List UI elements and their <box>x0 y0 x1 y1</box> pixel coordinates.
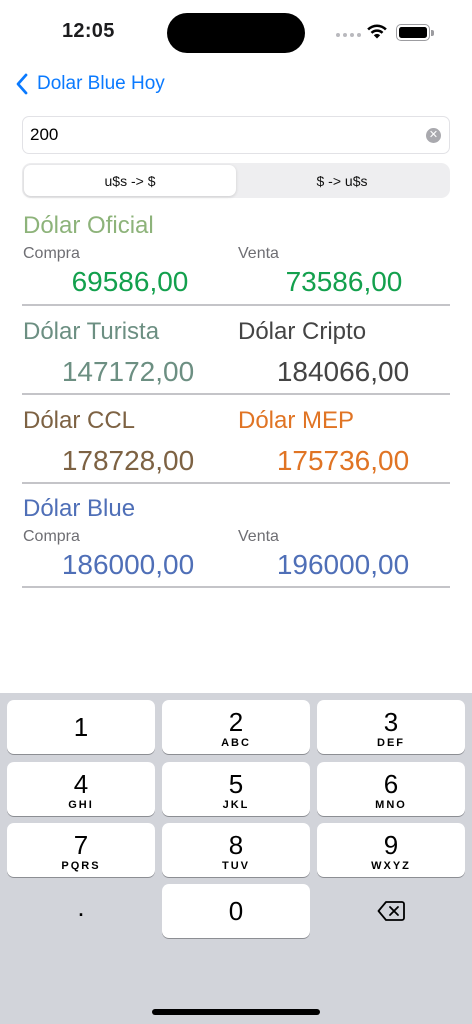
key-4[interactable]: 4 GHI <box>7 762 155 816</box>
key-decimal[interactable]: . <box>7 884 155 938</box>
home-indicator <box>152 1009 320 1015</box>
mep-value: 175736,00 <box>276 445 410 476</box>
key-digit: 9 <box>383 830 399 860</box>
key-digit: 1 <box>73 712 89 742</box>
key-letters: MNO <box>375 799 407 811</box>
turista-title: Dólar Turista <box>23 318 160 345</box>
key-9[interactable]: 9 WXYZ <box>317 823 465 877</box>
chevron-left-icon <box>16 73 28 95</box>
segment-ars-to-usd[interactable]: $ -> u$s <box>236 165 448 196</box>
key-letters: WXYZ <box>371 860 411 872</box>
key-digit: 0 <box>228 896 244 926</box>
back-button[interactable]: Dolar Blue Hoy <box>13 70 165 98</box>
amount-input[interactable] <box>30 117 420 153</box>
key-digit: 6 <box>383 769 399 799</box>
key-5[interactable]: 5 JKL <box>162 762 310 816</box>
key-letters: TUV <box>222 860 250 872</box>
blue-title: Dólar Blue <box>23 495 136 522</box>
cripto-title: Dólar Cripto <box>238 318 367 345</box>
key-digit: 3 <box>383 707 399 737</box>
key-digit: 8 <box>228 830 244 860</box>
key-3[interactable]: 3 DEF <box>317 700 465 754</box>
segment-usd-to-ars[interactable]: u$s -> $ <box>24 165 236 196</box>
key-letters: GHI <box>68 799 94 811</box>
numeric-keypad: 1 2 ABC 3 DEF 4 GHI 5 JKL 6 MNO 7 PQRS 8… <box>0 693 472 1024</box>
oficial-buy-label: Compra <box>23 245 80 262</box>
battery-icon <box>396 24 434 41</box>
ccl-value: 178728,00 <box>61 445 195 476</box>
wifi-icon <box>367 24 387 39</box>
delete-key[interactable] <box>317 884 465 938</box>
key-1[interactable]: 1 <box>7 700 155 754</box>
turista-value: 147172,00 <box>61 356 195 387</box>
oficial-sell-label: Venta <box>238 245 279 262</box>
conversion-direction-control[interactable]: u$s -> $ $ -> u$s <box>22 163 450 198</box>
divider <box>22 304 450 306</box>
key-letters: ABC <box>221 737 251 749</box>
blue-sell-value: 196000,00 <box>276 549 410 580</box>
key-8[interactable]: 8 TUV <box>162 823 310 877</box>
clear-circle-icon[interactable]: ✕ <box>426 128 441 143</box>
divider <box>22 586 450 588</box>
blue-buy-value: 186000,00 <box>61 549 195 580</box>
status-bar: 12:05 <box>0 0 472 62</box>
blue-buy-label: Compra <box>23 528 80 545</box>
divider <box>22 393 450 395</box>
backspace-icon <box>377 901 405 921</box>
cripto-value: 184066,00 <box>276 356 410 387</box>
mep-title: Dólar MEP <box>238 407 355 434</box>
key-digit: 5 <box>228 769 244 799</box>
blue-sell-label: Venta <box>238 528 279 545</box>
dynamic-island <box>167 13 305 53</box>
divider <box>22 482 450 484</box>
back-button-label: Dolar Blue Hoy <box>37 73 165 94</box>
oficial-buy-value: 69586,00 <box>71 266 189 297</box>
key-digit: . <box>77 892 85 922</box>
oficial-sell-value: 73586,00 <box>285 266 403 297</box>
key-letters: JKL <box>222 799 250 811</box>
key-letters: DEF <box>377 737 405 749</box>
status-time: 12:05 <box>62 20 115 42</box>
key-letters: PQRS <box>61 860 101 872</box>
oficial-title: Dólar Oficial <box>23 212 154 239</box>
amount-field[interactable]: ✕ <box>22 116 450 154</box>
key-digit: 7 <box>73 830 89 860</box>
cellular-signal-icon <box>336 33 361 37</box>
key-2[interactable]: 2 ABC <box>162 700 310 754</box>
key-digit: 2 <box>228 707 244 737</box>
key-0[interactable]: 0 <box>162 884 310 938</box>
key-digit: 4 <box>73 769 89 799</box>
key-7[interactable]: 7 PQRS <box>7 823 155 877</box>
ccl-title: Dólar CCL <box>23 407 136 434</box>
key-6[interactable]: 6 MNO <box>317 762 465 816</box>
